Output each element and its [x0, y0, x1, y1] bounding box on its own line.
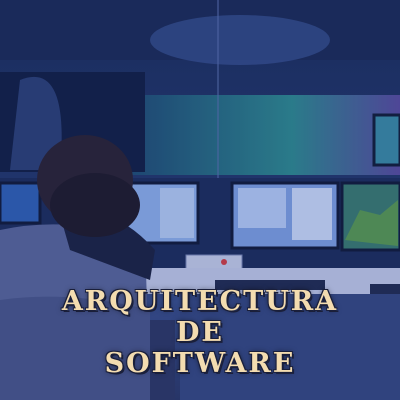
cover-image: ARQUITECTURA DE SOFTWARE — [0, 0, 400, 400]
title-line-3: SOFTWARE — [104, 348, 296, 379]
title-line-2: DE — [176, 317, 224, 348]
title-line-1: ARQUITECTURA — [61, 286, 339, 317]
